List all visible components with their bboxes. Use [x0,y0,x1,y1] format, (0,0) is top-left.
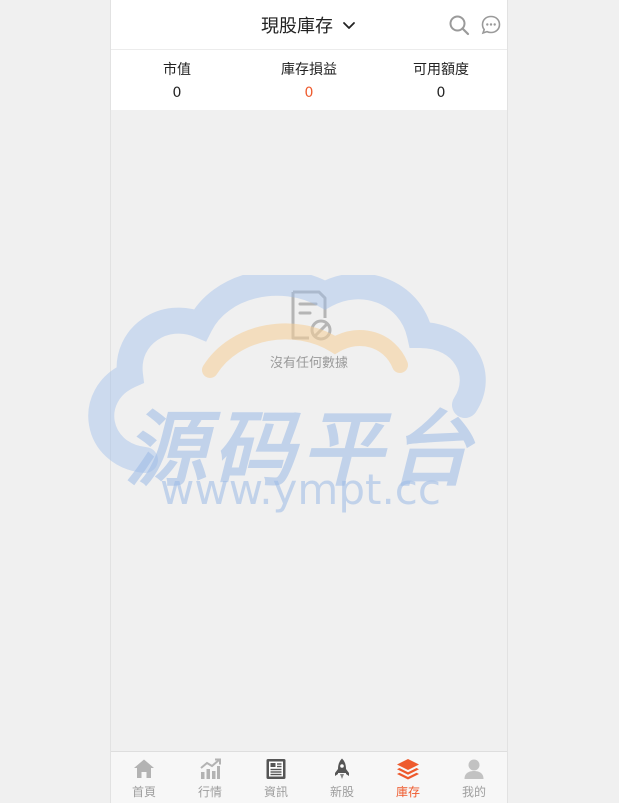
available-value: 0 [436,85,446,101]
tab-home[interactable]: 首頁 [111,752,177,803]
tab-news[interactable]: 資訊 [243,752,309,803]
available-block: 可用額度 0 [375,50,507,110]
chart-icon [200,758,221,779]
market-value-label: 市值 [163,62,191,78]
search-icon[interactable] [448,14,470,36]
bottom-tab-bar: 首頁 行情 資訊 新股 庫存 我的 [111,751,507,803]
tab-holdings[interactable]: 庫存 [375,752,441,803]
market-value-block: 市值 0 [111,50,243,110]
rocket-icon [335,758,349,779]
tab-me[interactable]: 我的 [441,752,507,803]
tab-ipo[interactable]: 新股 [309,752,375,803]
empty-message: 沒有任何數據 [269,356,348,371]
tab-label: 庫存 [395,785,420,799]
empty-state: 沒有任何數據 [111,288,507,371]
page-title: 現股庫存 [261,16,333,37]
market-value: 0 [172,85,182,101]
news-icon [266,759,286,779]
tab-label: 首頁 [131,785,156,799]
pnl-label: 庫存損益 [281,62,337,78]
app-screen: 現股庫存 市值 0 庫存損益 0 可用額度 0 沒有任何數據 首頁 行情 資訊 … [110,0,508,803]
chat-icon[interactable] [480,14,502,36]
pnl-block: 庫存損益 0 [243,50,375,110]
user-icon [464,759,484,779]
layers-icon [397,759,419,780]
pnl-value: 0 [304,85,314,101]
tab-label: 資訊 [263,785,288,799]
tab-label: 新股 [329,785,354,799]
empty-document-icon [283,288,335,344]
chevron-down-icon [341,17,357,33]
tab-label: 我的 [461,785,486,799]
top-header: 現股庫存 [111,0,507,50]
tab-label: 行情 [197,785,222,799]
available-label: 可用額度 [413,62,469,78]
home-icon [134,759,154,778]
tab-market[interactable]: 行情 [177,752,243,803]
portfolio-summary: 市值 0 庫存損益 0 可用額度 0 [111,50,507,110]
